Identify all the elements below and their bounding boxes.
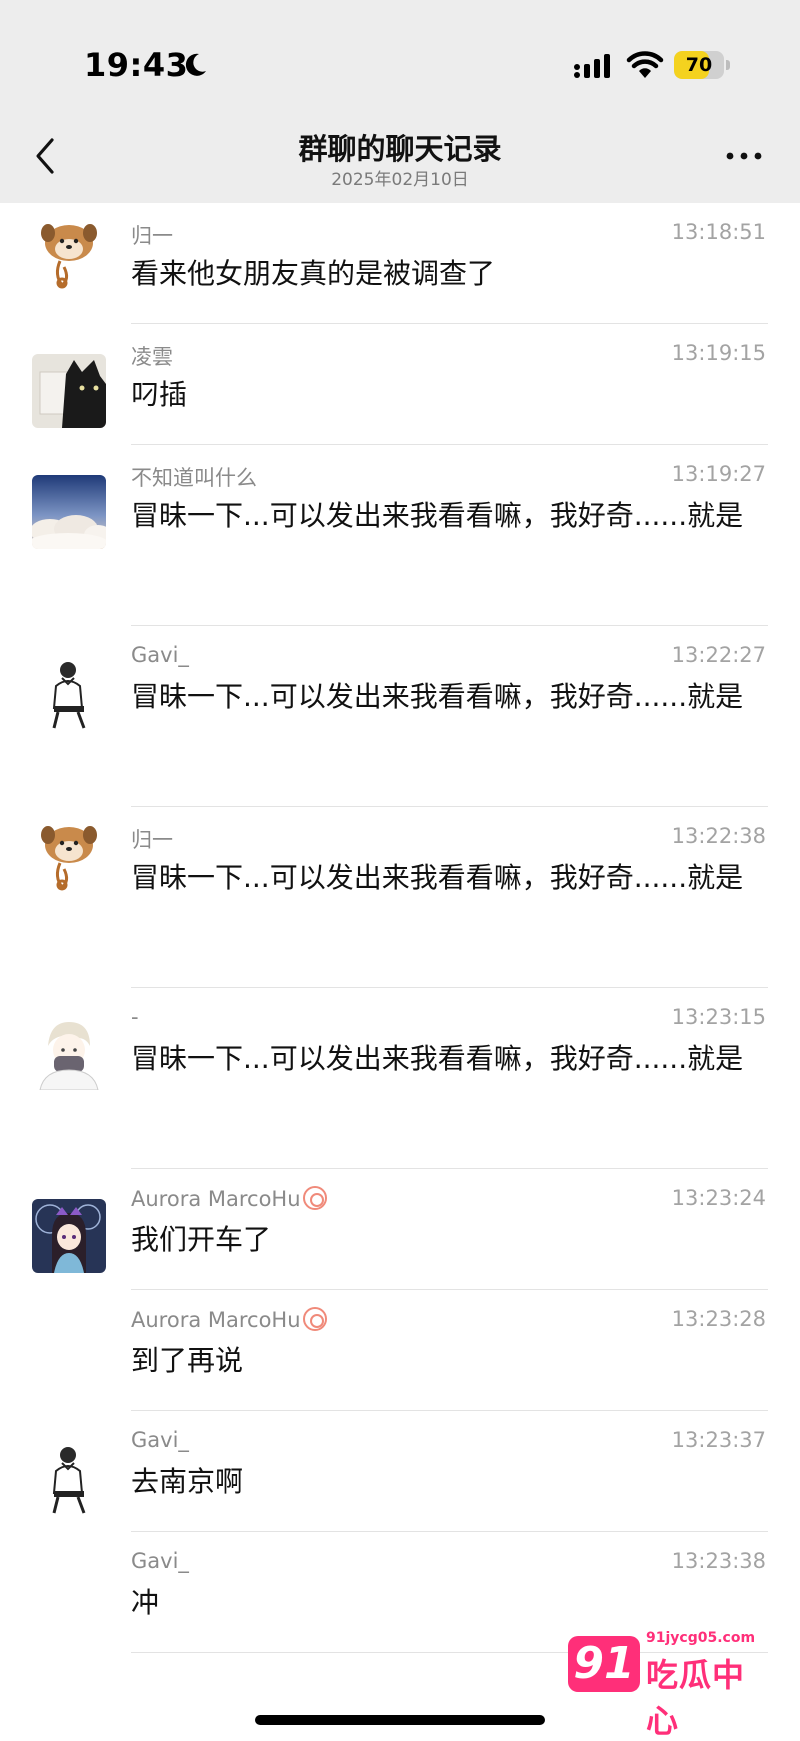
divider [131,323,768,324]
sender-name: 凌雲 [131,345,173,369]
message-time: 13:23:15 [671,1005,766,1029]
sender-name: 归一 [131,224,173,248]
message-time: 13:23:28 [671,1307,766,1331]
divider [131,806,768,807]
message-text: 冒昧一下...可以发出来我看看嘛，我好奇......就是 [131,861,744,894]
moon-icon [185,53,206,76]
man-sketch-avatar [32,656,106,730]
message-text: 我们开车了 [131,1223,272,1256]
sender-name: Aurora MarcoHu [131,1307,327,1332]
divider [131,1289,768,1290]
sender-name: 归一 [131,828,173,852]
divider [131,987,768,988]
sender-name: 不知道叫什么 [131,466,257,490]
message-time: 13:18:51 [671,220,766,244]
sender-name: Aurora MarcoHu [131,1186,327,1211]
divider [131,1531,768,1532]
message-time: 13:23:37 [671,1428,766,1452]
message-text: 冲 [131,1586,160,1619]
watermark-name: 吃瓜中心 [646,1656,746,1740]
message-text: 去南京啊 [131,1465,244,1498]
divider [131,1168,768,1169]
clouds-avatar [32,475,106,549]
message-time: 13:23:24 [671,1186,766,1210]
message-text: 叼插 [131,378,188,411]
wifi-icon [626,51,664,78]
divider [131,444,768,445]
battery-percentage: 70 [685,54,713,76]
status-time: 19:43 [84,46,189,84]
more-options-icon[interactable] [722,146,766,166]
message-text: 冒昧一下...可以发出来我看看嘛，我好奇......就是 [131,1042,744,1075]
divider [131,1410,768,1411]
message-time: 13:19:27 [671,462,766,486]
page-title: 群聊的聊天记录 [298,132,502,166]
watermark-url: 91jycg05.com [646,1630,756,1646]
black-cat-avatar [32,354,106,428]
status-bar: 19:43 70 [0,0,800,120]
message-text: 冒昧一下...可以发出来我看看嘛，我好奇......就是 [131,499,744,532]
anime-girl-avatar [32,1199,106,1273]
anime-boy-avatar [32,1016,106,1090]
dog-plush-avatar [32,217,106,291]
man-sketch-avatar [32,1441,106,1515]
member-badge-icon [302,1186,327,1210]
cellular-signal-icon [574,54,610,78]
page-subtitle-date: 2025年02月10日 [331,170,469,190]
member-badge-icon [302,1307,327,1331]
battery-indicator: 70 [674,51,730,79]
divider [131,625,768,626]
sender-name: Gavi_ [131,1428,189,1452]
message-text: 冒昧一下...可以发出来我看看嘛，我好奇......就是 [131,680,744,713]
sender-name: - [131,1005,139,1029]
top-bar: 19:43 70 群聊的聊天记录 2025年02月10日 [0,0,800,203]
message-text: 到了再说 [131,1344,244,1377]
sender-name: Gavi_ [131,643,189,667]
home-indicator[interactable] [255,1715,545,1725]
message-time: 13:23:38 [671,1549,766,1573]
message-time: 13:22:27 [671,643,766,667]
site-watermark: 91 91jycg05.com 吃瓜中心 [568,1630,768,1740]
message-time: 13:22:38 [671,824,766,848]
watermark-logo: 91 [568,1636,640,1692]
message-text: 看来他女朋友真的是被调查了 [131,257,496,290]
dog-plush-avatar [32,819,106,893]
message-time: 13:19:15 [671,341,766,365]
sender-name: Gavi_ [131,1549,189,1573]
